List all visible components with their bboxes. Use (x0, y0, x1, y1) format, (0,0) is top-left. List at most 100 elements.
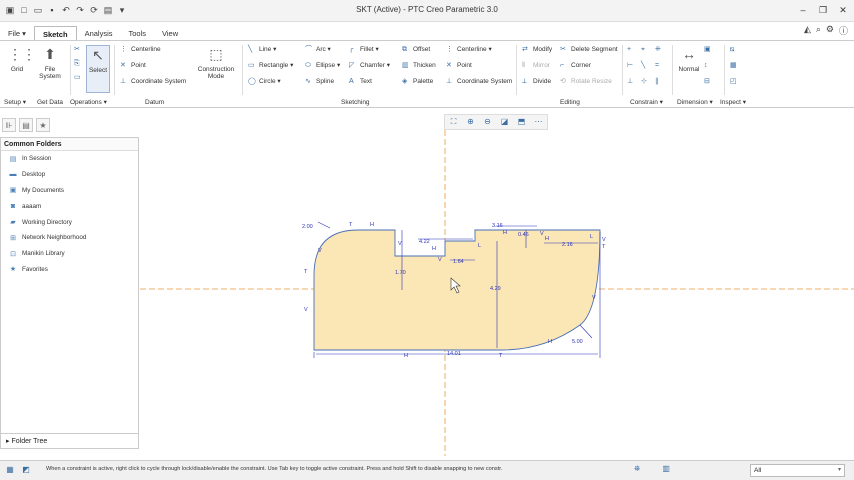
construction-mode-button[interactable]: ⬚ Construction Mode (194, 45, 238, 80)
reference-dimension-icon[interactable]: ↕ (704, 61, 715, 71)
folder-item[interactable]: ▬ Desktop (1, 167, 138, 183)
mirror-button[interactable]: ⫴ Mirror (522, 61, 550, 71)
offset-button[interactable]: ⧉ Offset (402, 45, 430, 55)
minimize-icon[interactable]: – (796, 3, 810, 17)
chamfer-button[interactable]: ◸ Chamfer ▾ (349, 61, 390, 71)
equal-constraint-icon[interactable]: = (655, 61, 666, 71)
sketch-point-button[interactable]: ✕ Point (446, 61, 472, 71)
datum-centerline-button[interactable]: ⋮ Centerline (120, 45, 161, 55)
vertical-constraint-icon[interactable]: + (627, 45, 638, 55)
favorites-icon: ★ (9, 266, 17, 274)
dimension-group-menu[interactable]: Dimension ▾ (677, 97, 713, 108)
dim-total: 14.01 (447, 351, 461, 357)
tab-analysis[interactable]: Analysis (77, 26, 121, 40)
folder-browser-tab-icon[interactable]: ▤ (19, 118, 33, 132)
tangent-constraint-icon[interactable]: ╲ (641, 61, 652, 71)
midpoint-constraint-icon[interactable]: ⊹ (641, 77, 652, 87)
copy-icon[interactable]: ⎘ (74, 59, 85, 69)
arc-button[interactable]: ⌒ Arc ▾ (305, 45, 331, 55)
show-browser-icon[interactable]: ◩ (20, 464, 32, 476)
sketching-group-label: Sketching (341, 99, 370, 106)
datum-point-button[interactable]: ✕ Point (120, 61, 146, 71)
highlight-open-ends-icon[interactable]: ▦ (730, 61, 741, 71)
show-navigator-icon[interactable]: ▦ (4, 464, 16, 476)
ellipse-button[interactable]: ⬭ Ellipse ▾ (305, 61, 340, 71)
folder-item-label: Desktop (22, 171, 46, 179)
title-bar: ▣ □ ▭ ▪ ↶ ↷ ⟳ ▤ ▾ SKT (Active) - PTC Cre… (0, 0, 854, 22)
folder-item[interactable]: ▰ Working Directory (1, 214, 138, 230)
rotate-resize-button[interactable]: ⟲ Rotate Resize (560, 77, 612, 87)
svg-text:H: H (545, 236, 549, 242)
folder-item-label: Working Directory (22, 218, 72, 226)
folder-item[interactable]: ◙ aaaam (1, 198, 138, 214)
svg-text:H: H (432, 246, 436, 252)
cut-icon[interactable]: ✂ (74, 45, 85, 55)
corner-button[interactable]: ⌐ Corner (560, 61, 591, 71)
normal-dimension-button[interactable]: ↔ Normal (676, 45, 702, 73)
tab-tools[interactable]: Tools (121, 26, 155, 40)
session-icon: ▤ (9, 155, 17, 163)
folder-tree-toggle[interactable]: ▸ Folder Tree (1, 433, 138, 448)
paste-icon[interactable]: ▭ (74, 73, 85, 83)
tab-sketch[interactable]: Sketch (33, 25, 77, 40)
divide-button[interactable]: ⟂ Divide (522, 77, 551, 87)
help-icon[interactable]: ◭ (804, 24, 811, 37)
text-button[interactable]: A Text (349, 77, 372, 87)
perpendicular2-constraint-icon[interactable]: ⊥ (627, 77, 638, 87)
delete-segment-button[interactable]: ✂ Delete Segment (560, 45, 618, 55)
folder-item-label: Favorites (22, 265, 48, 273)
tab-view[interactable]: View (154, 26, 186, 40)
editing-group-label: Editing (560, 99, 580, 106)
close-icon[interactable]: ✕ (836, 3, 850, 17)
operations-group-menu[interactable]: Operations ▾ (70, 97, 107, 108)
spline-button[interactable]: ∿ Spline (305, 77, 334, 87)
sketch-coordinate-system-button[interactable]: ⊥ Coordinate System (446, 77, 512, 87)
status-message: When a constraint is active, right click… (46, 466, 503, 472)
sketch-canvas[interactable]: 2.00 4.22 3.16 0.46 2.16 1.64 1.70 4.29 … (140, 110, 854, 456)
constrain-group-menu[interactable]: Constrain ▾ (630, 97, 663, 108)
selection-filter-dropdown[interactable]: All ▾ (750, 464, 845, 477)
folder-item[interactable]: ⊡ Manikin Library (1, 246, 138, 262)
inspect-group-menu[interactable]: Inspect ▾ (720, 97, 746, 108)
select-button[interactable]: ↖ Select (86, 45, 110, 93)
selection-filter-icon[interactable]: ⛯ (634, 464, 640, 474)
folder-item[interactable]: ▤ In Session (1, 151, 138, 167)
line-button[interactable]: ╲ Line ▾ (248, 45, 276, 55)
file-system-button[interactable]: ⬆ File System (36, 45, 64, 80)
perimeter-dimension-icon[interactable]: ▣ (704, 45, 715, 55)
tab-file[interactable]: File ▾ (0, 26, 34, 40)
svg-text:V: V (602, 237, 606, 243)
thicken-button[interactable]: ▥ Thicken (402, 61, 436, 71)
settings-icon[interactable]: ⚙ (826, 24, 834, 37)
grid-button[interactable]: ⋮⋮ Grid (4, 45, 36, 73)
shade-closed-loops-icon[interactable]: ◰ (730, 77, 741, 87)
palette-button[interactable]: ◈ Palette (402, 77, 433, 87)
folder-item[interactable]: ⊞ Network Neighborhood (1, 230, 138, 246)
modify-button[interactable]: ⇄ Modify (522, 45, 552, 55)
symmetric-constraint-icon[interactable]: ⁜ (655, 45, 666, 55)
folder-item[interactable]: ★ Favorites (1, 262, 138, 278)
horizontal-constraint-icon[interactable]: ⊢ (627, 61, 638, 71)
restore-icon[interactable]: ❐ (816, 3, 830, 17)
search-icon[interactable]: ⌕ (816, 24, 821, 37)
perpendicular-constraint-icon[interactable]: ⌖ (641, 45, 652, 55)
rectangle-button[interactable]: ▭ Rectangle ▾ (248, 61, 293, 71)
get-data-group-menu[interactable]: Get Data (37, 97, 63, 108)
sketch-centerline-button[interactable]: ⋮ Centerline ▾ (446, 45, 492, 55)
datum-coordinate-system-button[interactable]: ⊥ Coordinate System (120, 77, 186, 87)
favorites-tab-icon[interactable]: ★ (36, 118, 50, 132)
folder-item-label: Manikin Library (22, 250, 65, 258)
parallel-constraint-icon[interactable]: ∥ (655, 77, 666, 87)
model-tree-tab-icon[interactable]: ⊪ (2, 118, 16, 132)
fillet-button[interactable]: ╭ Fillet ▾ (349, 45, 379, 55)
baseline-dimension-icon[interactable]: ⊟ (704, 77, 715, 87)
setup-group-menu[interactable]: Setup ▾ (4, 97, 26, 108)
dim-step-h: 1.64 (453, 259, 464, 265)
folder-item[interactable]: ▣ My Documents (1, 183, 138, 199)
normal-dimension-icon: ↔ (682, 46, 696, 62)
construction-mode-icon: ⬚ (209, 46, 223, 62)
info-icon[interactable]: ⓘ (839, 24, 848, 37)
circle-button[interactable]: ◯ Circle ▾ (248, 77, 281, 87)
smart-selection-icon[interactable]: ▥ (662, 464, 670, 474)
overlapping-geometry-icon[interactable]: ⧅ (730, 45, 741, 55)
